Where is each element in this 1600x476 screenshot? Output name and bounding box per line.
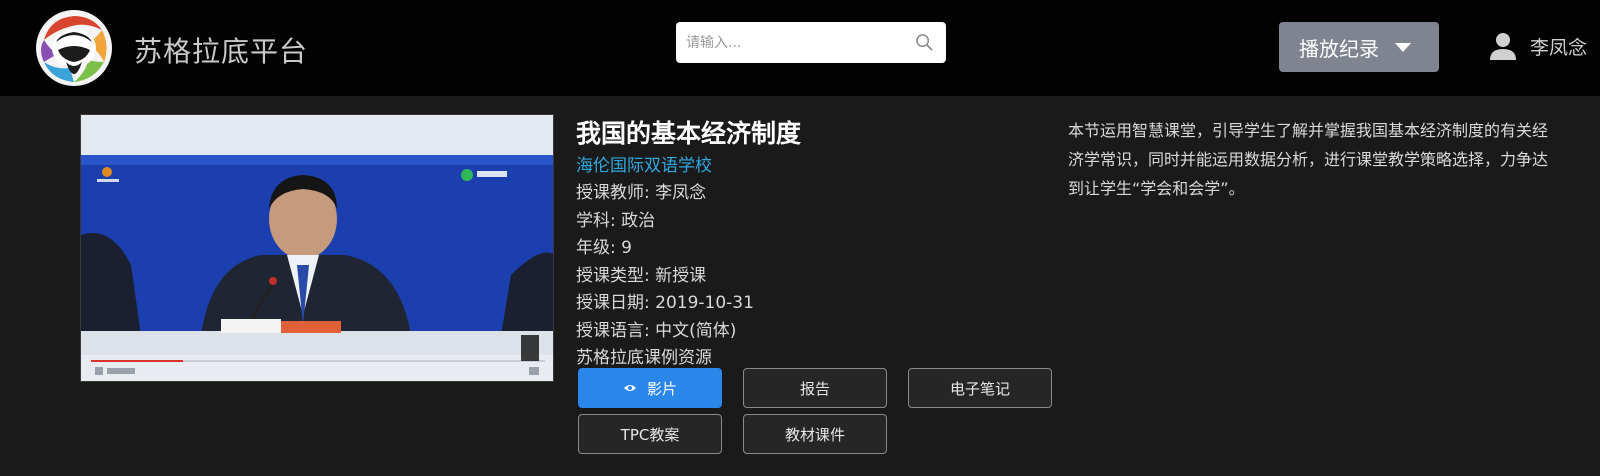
- video-button-label: 影片: [646, 379, 677, 398]
- materials-button-label: 教材课件: [784, 425, 845, 444]
- user-menu[interactable]: 李凤念: [1488, 28, 1587, 64]
- video-thumbnail[interactable]: [80, 114, 554, 382]
- teacher-line: 授课教师: 李凤念: [576, 183, 707, 203]
- notes-button-label: 电子笔记: [949, 379, 1010, 398]
- report-button[interactable]: 报告: [743, 368, 887, 408]
- search-icon[interactable]: [915, 33, 934, 52]
- course-info: 我国的基本经济制度 海伦国际双语学校 授课教师: 李凤念 学科: 政治 年级: …: [576, 116, 1036, 373]
- course-title: 我国的基本经济制度: [576, 119, 802, 148]
- tpc-button-label: TPC教案: [620, 425, 680, 444]
- tpc-button[interactable]: TPC教案: [578, 414, 722, 454]
- user-icon: [1490, 33, 1516, 60]
- caret-down-icon: [1395, 42, 1411, 52]
- materials-button[interactable]: 教材课件: [743, 414, 887, 454]
- socrates-logo-icon[interactable]: [36, 10, 112, 86]
- lesson-type-line: 授课类型: 新授课: [576, 265, 707, 286]
- grade-line: 年级: 9: [576, 238, 632, 258]
- video-button[interactable]: 影片: [578, 368, 722, 408]
- date-line: 授课日期: 2019-10-31: [576, 293, 754, 313]
- search-input[interactable]: [676, 22, 906, 63]
- brand-title: 苏格拉底平台: [134, 35, 309, 68]
- play-record-dropdown[interactable]: 播放纪录: [1279, 22, 1439, 72]
- eye-icon: [623, 385, 636, 391]
- top-header: 苏格拉底平台 播放纪录 李凤念: [0, 0, 1600, 96]
- subject-line: 学科: 政治: [576, 210, 656, 231]
- course-description: 本节运用智慧课堂，引导学生了解并掌握我国基本经济制度的有关经济学常识，同时并能运…: [1068, 121, 1549, 198]
- search-box: [676, 22, 946, 63]
- play-record-label: 播放纪录: [1299, 36, 1379, 61]
- report-button-label: 报告: [799, 379, 830, 398]
- notes-button[interactable]: 电子笔记: [908, 368, 1052, 408]
- language-line: 授课语言: 中文(简体): [576, 320, 737, 341]
- user-name: 李凤念: [1530, 36, 1588, 59]
- school-link[interactable]: 海伦国际双语学校: [576, 152, 1036, 180]
